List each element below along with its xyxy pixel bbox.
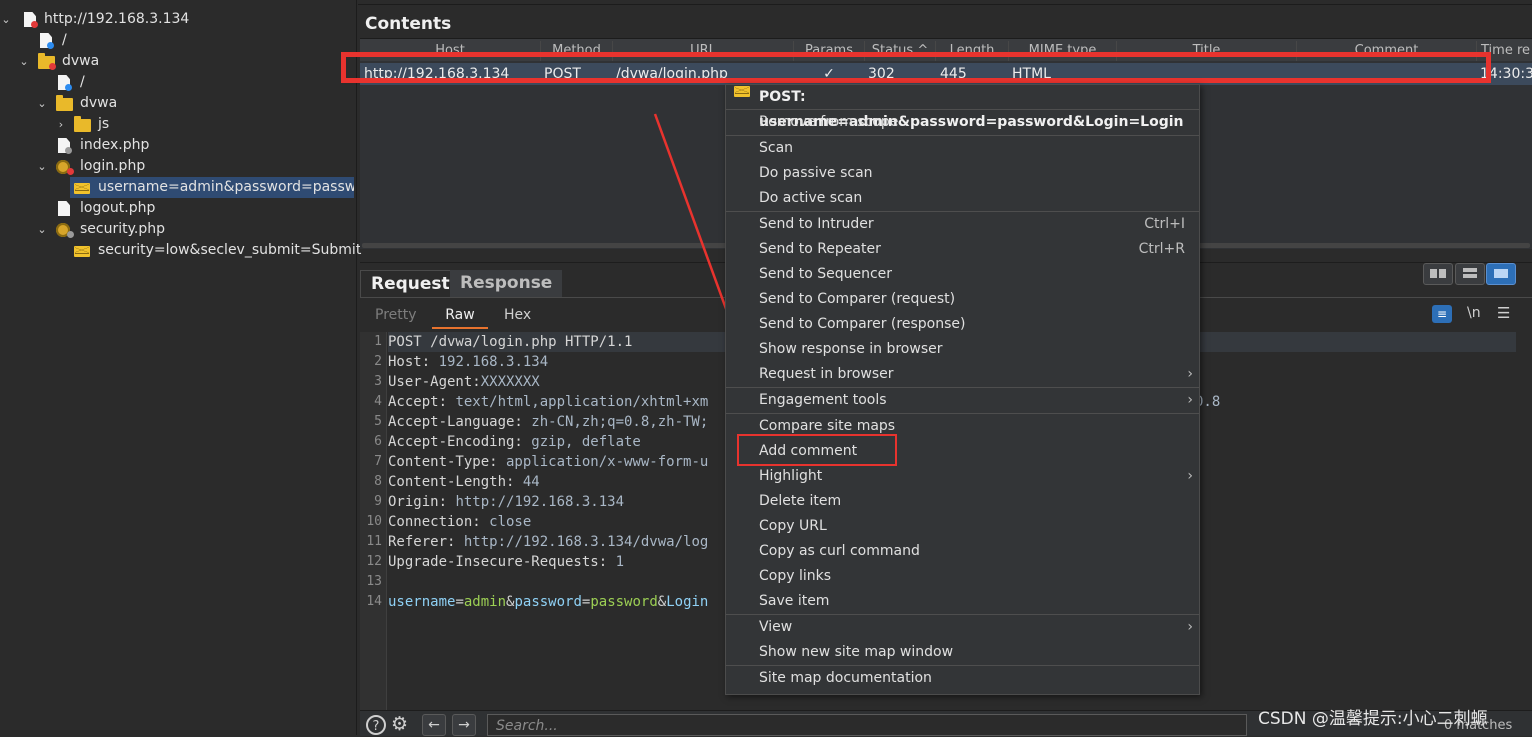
menu-item-show-response-in-browser[interactable]: Show response in browser — [726, 337, 1199, 362]
menu-item-send-to-comparer-request[interactable]: Send to Comparer (request) — [726, 287, 1199, 312]
menu-item-copy-as-curl-command[interactable]: Copy as curl command — [726, 539, 1199, 564]
menu-item-show-new-site-map-window[interactable]: Show new site map window — [726, 640, 1199, 665]
menu-item-copy-url[interactable]: Copy URL — [726, 514, 1199, 539]
chevron-right-icon: › — [1187, 366, 1193, 382]
menu-item-highlight[interactable]: Highlight › — [726, 464, 1199, 489]
menu-item-delete-item[interactable]: Delete item — [726, 489, 1199, 514]
menu-item-send-to-comparer-response[interactable]: Send to Comparer (response) — [726, 312, 1199, 337]
menu-header: POST: username=admin&password=password&L… — [726, 85, 1199, 130]
menu-item-do-passive-scan[interactable]: Do passive scan — [726, 161, 1199, 186]
menu-item-save-item[interactable]: Save item — [726, 589, 1199, 614]
menu-item-copy-links[interactable]: Copy links — [726, 564, 1199, 589]
watermark: CSDN @温馨提示:小心二刺螈 — [1258, 709, 1488, 729]
menu-item-view[interactable]: View › — [726, 615, 1199, 640]
menu-item-request-in-browser[interactable]: Request in browser › — [726, 362, 1199, 387]
chevron-right-icon: › — [1187, 619, 1193, 635]
menu-item-do-active-scan[interactable]: Do active scan — [726, 186, 1199, 211]
menu-item-engagement-tools[interactable]: Engagement tools › — [726, 388, 1199, 413]
menu-item-scan[interactable]: Scan — [726, 136, 1199, 161]
envelope-icon — [734, 86, 750, 97]
context-menu: POST: username=admin&password=password&L… — [725, 84, 1200, 695]
chevron-right-icon: › — [1187, 468, 1193, 484]
chevron-right-icon: › — [1187, 392, 1193, 408]
menu-item-send-to-repeater[interactable]: Send to Repeater Ctrl+R — [726, 237, 1199, 262]
menu-item-send-to-intruder[interactable]: Send to Intruder Ctrl+I — [726, 212, 1199, 237]
menu-item-send-to-sequencer[interactable]: Send to Sequencer — [726, 262, 1199, 287]
annotation-highlight-add-comment — [737, 434, 897, 466]
menu-item-site-map-documentation[interactable]: Site map documentation — [726, 666, 1199, 691]
menu-item-remove-from-scope[interactable]: Remove from scope — [726, 110, 1199, 135]
